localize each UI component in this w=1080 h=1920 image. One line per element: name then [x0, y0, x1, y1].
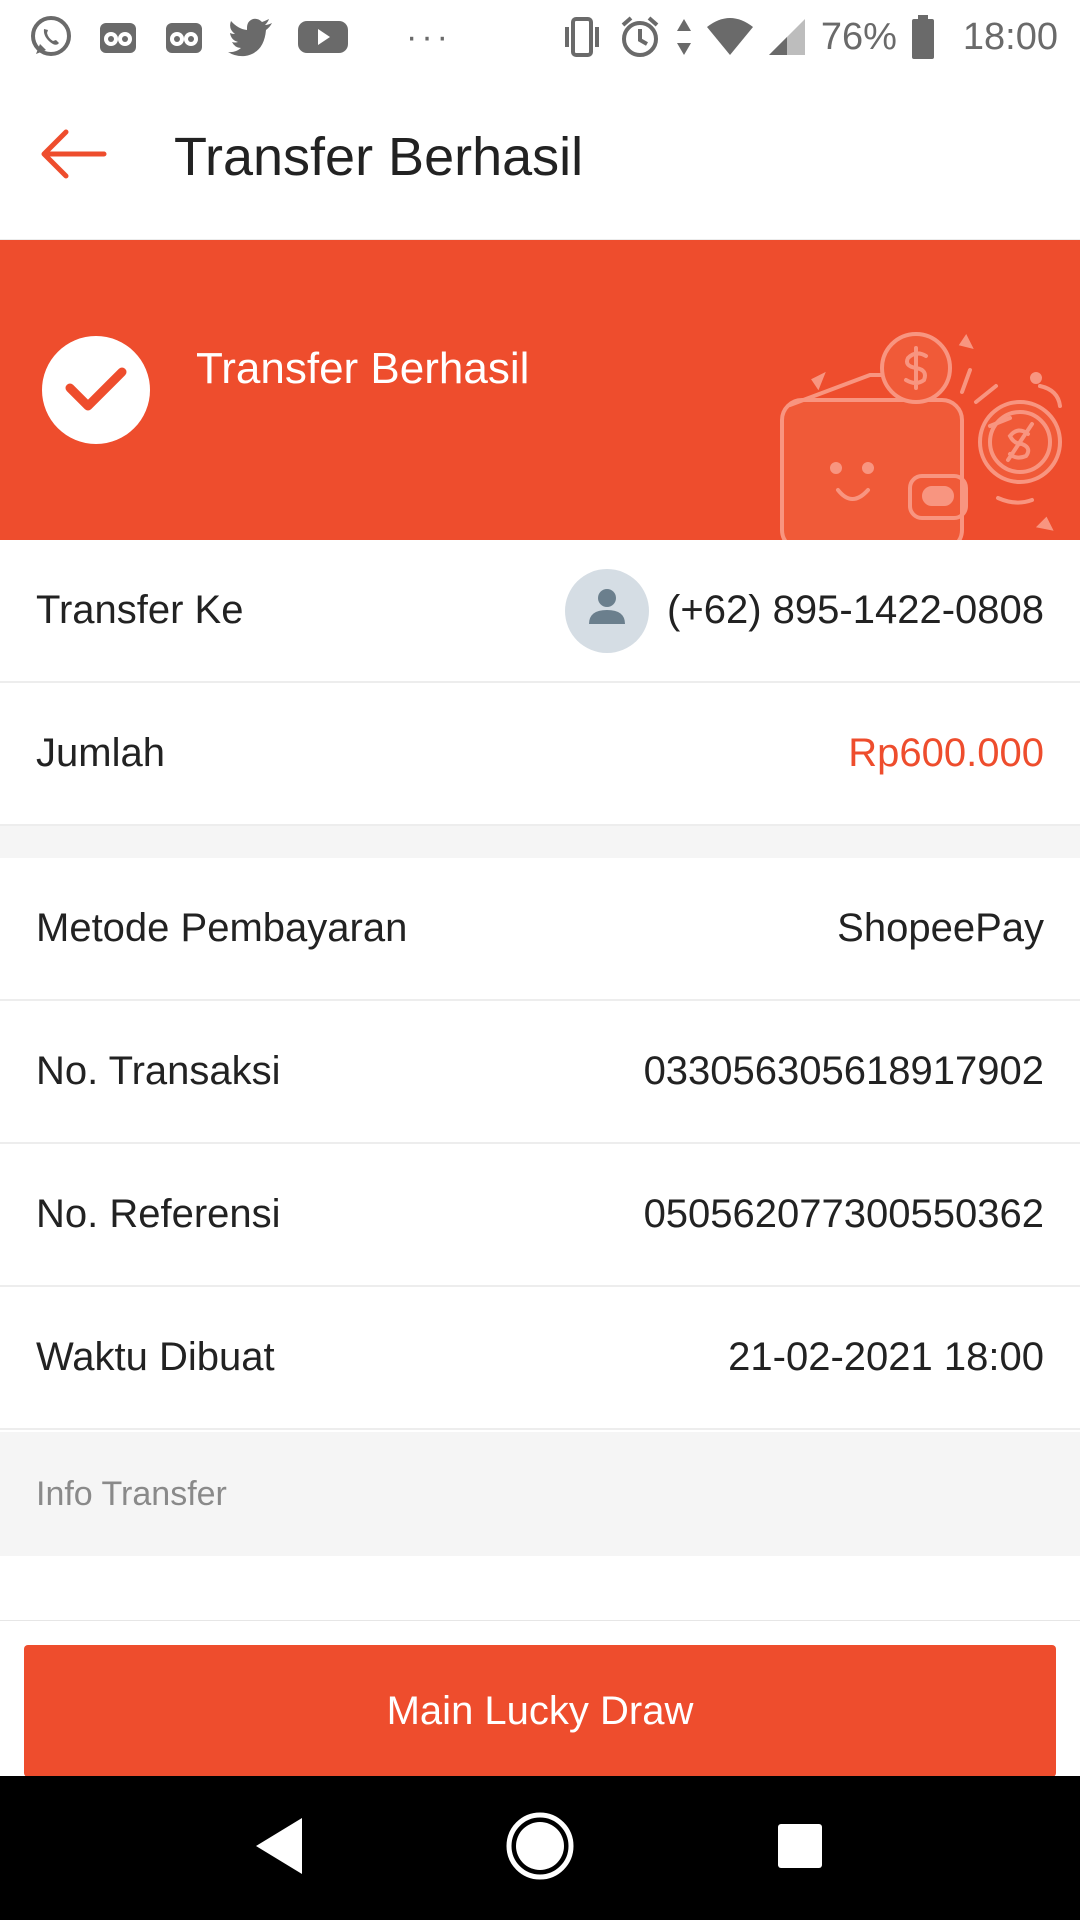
payment-method-label: Metode Pembayaran — [36, 906, 408, 950]
screen: ··· 76% 18:00 Transfer Berhasil Transfer… — [0, 0, 1080, 1920]
amount-row: Jumlah Rp600.000 — [0, 683, 1080, 826]
created-time-label: Waktu Dibuat — [36, 1335, 275, 1379]
battery-icon — [911, 14, 935, 60]
youtube-icon — [296, 17, 350, 57]
payment-method-value: ShopeePay — [837, 906, 1044, 950]
home-circle-icon — [505, 1811, 575, 1886]
back-triangle-icon — [254, 1816, 306, 1881]
info-transfer-header: Info Transfer — [0, 1432, 1080, 1556]
amount-label: Jumlah — [36, 731, 165, 775]
status-bar: ··· 76% 18:00 — [0, 0, 1080, 74]
app-header: Transfer Berhasil — [0, 74, 1080, 240]
payment-method-row: Metode Pembayaran ShopeePay — [0, 858, 1080, 1001]
reference-no-value: 050562077300550362 — [643, 1192, 1044, 1236]
bottom-action-bar: Main Lucky Draw — [0, 1620, 1080, 1777]
transaction-no-label: No. Transaksi — [36, 1049, 281, 1093]
more-dots-icon: ··· — [406, 17, 452, 56]
back-button[interactable] — [8, 74, 138, 239]
created-time-value: 21-02-2021 18:00 — [728, 1335, 1044, 1379]
check-circle-icon — [42, 336, 150, 444]
lucky-draw-button[interactable]: Main Lucky Draw — [24, 1645, 1056, 1777]
alarm-icon — [619, 15, 661, 59]
transaction-no-value: 033056305618917902 — [643, 1049, 1044, 1093]
data-arrows-icon — [675, 15, 693, 59]
page-title: Transfer Berhasil — [174, 126, 584, 187]
avatar — [565, 568, 650, 653]
recipient-phone: (+62) 895-1422-0808 — [667, 588, 1044, 632]
transaction-no-row: No. Transaksi 033056305618917902 — [0, 1001, 1080, 1144]
reference-no-label: No. Referensi — [36, 1192, 281, 1236]
system-nav-bar — [0, 1776, 1080, 1920]
nav-recents-button[interactable] — [740, 1788, 860, 1908]
whatsapp-icon — [28, 14, 74, 60]
tripadvisor-icon — [162, 17, 206, 57]
signal-icon — [767, 17, 807, 57]
battery-percent: 76% — [820, 15, 897, 58]
reference-no-row: No. Referensi 050562077300550362 — [0, 1144, 1080, 1287]
twitter-icon — [228, 17, 274, 57]
person-icon — [587, 586, 627, 636]
success-banner: Transfer Berhasil — [0, 240, 1080, 540]
nav-home-button[interactable] — [480, 1788, 600, 1908]
section-divider — [0, 826, 1080, 858]
recipient-row: Transfer Ke (+62) 895-1422-0808 — [0, 540, 1080, 683]
clock: 18:00 — [962, 15, 1058, 58]
created-time-row: Waktu Dibuat 21-02-2021 18:00 — [0, 1287, 1080, 1430]
partially-hidden-row — [0, 1556, 1080, 1620]
system-icons: 76% 18:00 — [559, 14, 1058, 60]
recipient-label: Transfer Ke — [36, 588, 244, 632]
info-transfer-title: Info Transfer — [36, 1474, 227, 1513]
arrow-left-icon — [38, 128, 108, 185]
banner-title: Transfer Berhasil — [196, 344, 530, 393]
amount-value: Rp600.000 — [848, 731, 1044, 775]
recents-square-icon — [777, 1823, 823, 1874]
nav-back-button[interactable] — [220, 1788, 340, 1908]
tripadvisor-icon — [96, 17, 140, 57]
recipient-info: (+62) 895-1422-0808 — [565, 568, 1044, 653]
notification-icons: ··· — [28, 14, 486, 60]
vibrate-icon — [559, 15, 605, 59]
wifi-icon — [706, 17, 753, 57]
wallet-illustration-icon — [770, 330, 1080, 540]
